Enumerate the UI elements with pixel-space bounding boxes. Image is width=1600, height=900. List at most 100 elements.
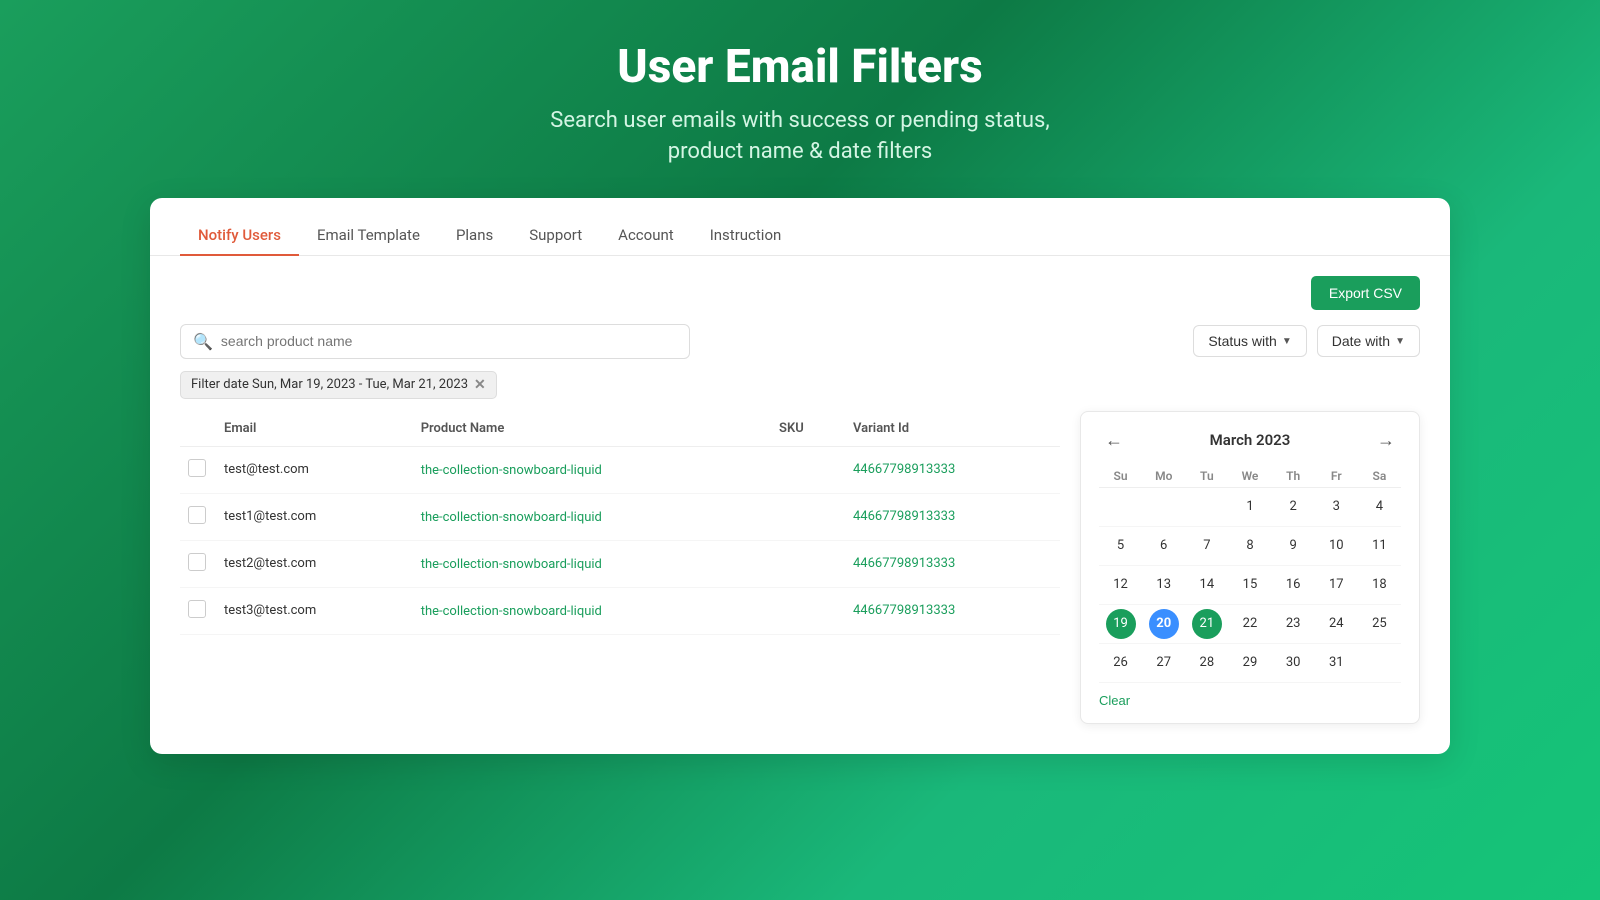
row-checkbox[interactable] xyxy=(188,600,206,618)
col-header-variant: Variant Id xyxy=(845,411,1060,447)
cal-day[interactable]: 14 xyxy=(1192,570,1222,600)
cal-day[interactable]: 27 xyxy=(1149,648,1179,678)
search-input[interactable] xyxy=(221,333,677,349)
cal-day[interactable]: 16 xyxy=(1278,570,1308,600)
cal-day-cell: 30 xyxy=(1272,643,1315,682)
cal-day[interactable]: 29 xyxy=(1235,648,1265,678)
row-sku xyxy=(771,540,845,587)
cal-day[interactable]: 17 xyxy=(1321,570,1351,600)
active-filter-text: Filter date Sun, Mar 19, 2023 - Tue, Mar… xyxy=(191,377,468,392)
calendar-grid: SuMoTuWeThFrSa 1234567891011121314151617… xyxy=(1099,465,1401,683)
cal-day[interactable]: 18 xyxy=(1364,570,1394,600)
cal-day[interactable]: 3 xyxy=(1321,492,1351,522)
table-row: test3@test.com the-collection-snowboard-… xyxy=(180,587,1060,634)
cal-day[interactable]: 25 xyxy=(1364,609,1394,639)
cal-day[interactable]: 11 xyxy=(1364,531,1394,561)
page-title: User Email Filters xyxy=(550,40,1049,94)
cal-day[interactable]: 26 xyxy=(1106,648,1136,678)
cal-day-cell: 9 xyxy=(1272,526,1315,565)
cal-day[interactable]: 28 xyxy=(1192,648,1222,678)
cal-day[interactable]: 15 xyxy=(1235,570,1265,600)
cal-day-cell: 5 xyxy=(1099,526,1142,565)
cal-day-cell: 15 xyxy=(1228,565,1271,604)
cal-day-cell: 14 xyxy=(1185,565,1228,604)
cal-day[interactable]: 8 xyxy=(1235,531,1265,561)
cal-weekday: Su xyxy=(1099,465,1142,488)
filters-row: 🔍 Status with ▼ Date with ▼ xyxy=(180,324,1420,359)
status-filter-dropdown[interactable]: Status with ▼ xyxy=(1193,325,1306,357)
hero-section: User Email Filters Search user emails wi… xyxy=(550,40,1049,168)
cal-day[interactable]: 2 xyxy=(1278,492,1308,522)
cal-day[interactable]: 10 xyxy=(1321,531,1351,561)
cal-day[interactable]: 9 xyxy=(1278,531,1308,561)
cal-day[interactable]: 5 xyxy=(1106,531,1136,561)
cal-day-cell: 29 xyxy=(1228,643,1271,682)
search-box: 🔍 xyxy=(180,324,690,359)
cal-day[interactable]: 6 xyxy=(1149,531,1179,561)
row-email: test2@test.com xyxy=(216,540,413,587)
main-card: Notify Users Email Template Plans Suppor… xyxy=(150,198,1450,754)
cal-day[interactable]: 20 xyxy=(1149,609,1179,639)
calendar-clear-button[interactable]: Clear xyxy=(1099,693,1130,708)
table-row: test1@test.com the-collection-snowboard-… xyxy=(180,493,1060,540)
row-checkbox[interactable] xyxy=(188,506,206,524)
filter-close-button[interactable]: ✕ xyxy=(474,377,486,393)
row-product: the-collection-snowboard-liquid xyxy=(413,446,771,493)
row-sku xyxy=(771,493,845,540)
cal-day[interactable]: 13 xyxy=(1149,570,1179,600)
cal-day[interactable]: 19 xyxy=(1106,609,1136,639)
tab-plans[interactable]: Plans xyxy=(438,216,511,256)
calendar-next-button[interactable]: → xyxy=(1371,428,1401,453)
cal-day-cell: 31 xyxy=(1315,643,1358,682)
toolbar: Export CSV xyxy=(180,276,1420,310)
cal-day[interactable]: 12 xyxy=(1106,570,1136,600)
cal-day-cell: 3 xyxy=(1315,487,1358,526)
cal-day[interactable]: 4 xyxy=(1364,492,1394,522)
cal-day[interactable]: 30 xyxy=(1278,648,1308,678)
tab-support[interactable]: Support xyxy=(511,216,600,256)
cal-day[interactable]: 31 xyxy=(1321,648,1351,678)
cal-day-cell: 27 xyxy=(1142,643,1185,682)
table-wrap: Email Product Name SKU Variant Id test@t… xyxy=(180,411,1060,724)
cal-day-cell: 22 xyxy=(1228,604,1271,643)
export-csv-button[interactable]: Export CSV xyxy=(1311,276,1420,310)
date-filter-dropdown[interactable]: Date with ▼ xyxy=(1317,325,1420,357)
active-filter-tag: Filter date Sun, Mar 19, 2023 - Tue, Mar… xyxy=(180,371,497,399)
row-email: test1@test.com xyxy=(216,493,413,540)
nav-tabs: Notify Users Email Template Plans Suppor… xyxy=(150,198,1450,256)
cal-weekday: Th xyxy=(1272,465,1315,488)
cal-day[interactable]: 24 xyxy=(1321,609,1351,639)
cal-day-cell xyxy=(1358,643,1401,682)
tab-account[interactable]: Account xyxy=(600,216,692,256)
table-row: test@test.com the-collection-snowboard-l… xyxy=(180,446,1060,493)
row-email: test@test.com xyxy=(216,446,413,493)
page-subtitle: Search user emails with success or pendi… xyxy=(550,106,1049,168)
row-checkbox-cell xyxy=(180,587,216,634)
row-checkbox[interactable] xyxy=(188,459,206,477)
cal-day-cell: 18 xyxy=(1358,565,1401,604)
row-variant: 44667798913333 xyxy=(845,446,1060,493)
cal-day[interactable]: 23 xyxy=(1278,609,1308,639)
calendar-prev-button[interactable]: ← xyxy=(1099,428,1129,453)
row-product: the-collection-snowboard-liquid xyxy=(413,493,771,540)
tab-notify-users[interactable]: Notify Users xyxy=(180,216,299,256)
cal-day[interactable]: 21 xyxy=(1192,609,1222,639)
cal-day[interactable]: 1 xyxy=(1235,492,1265,522)
cal-day-cell: 13 xyxy=(1142,565,1185,604)
col-header-product: Product Name xyxy=(413,411,771,447)
tab-instruction[interactable]: Instruction xyxy=(692,216,800,256)
cal-day[interactable]: 22 xyxy=(1235,609,1265,639)
row-checkbox-cell xyxy=(180,540,216,587)
tab-email-template[interactable]: Email Template xyxy=(299,216,438,256)
cal-day-cell xyxy=(1099,487,1142,526)
cal-day-cell: 23 xyxy=(1272,604,1315,643)
row-checkbox[interactable] xyxy=(188,553,206,571)
cal-day-cell: 17 xyxy=(1315,565,1358,604)
row-product: the-collection-snowboard-liquid xyxy=(413,587,771,634)
row-sku xyxy=(771,587,845,634)
cal-weekday: Tu xyxy=(1185,465,1228,488)
cal-day[interactable]: 7 xyxy=(1192,531,1222,561)
cal-day-cell: 2 xyxy=(1272,487,1315,526)
cal-day-cell: 11 xyxy=(1358,526,1401,565)
cal-day-cell: 21 xyxy=(1185,604,1228,643)
